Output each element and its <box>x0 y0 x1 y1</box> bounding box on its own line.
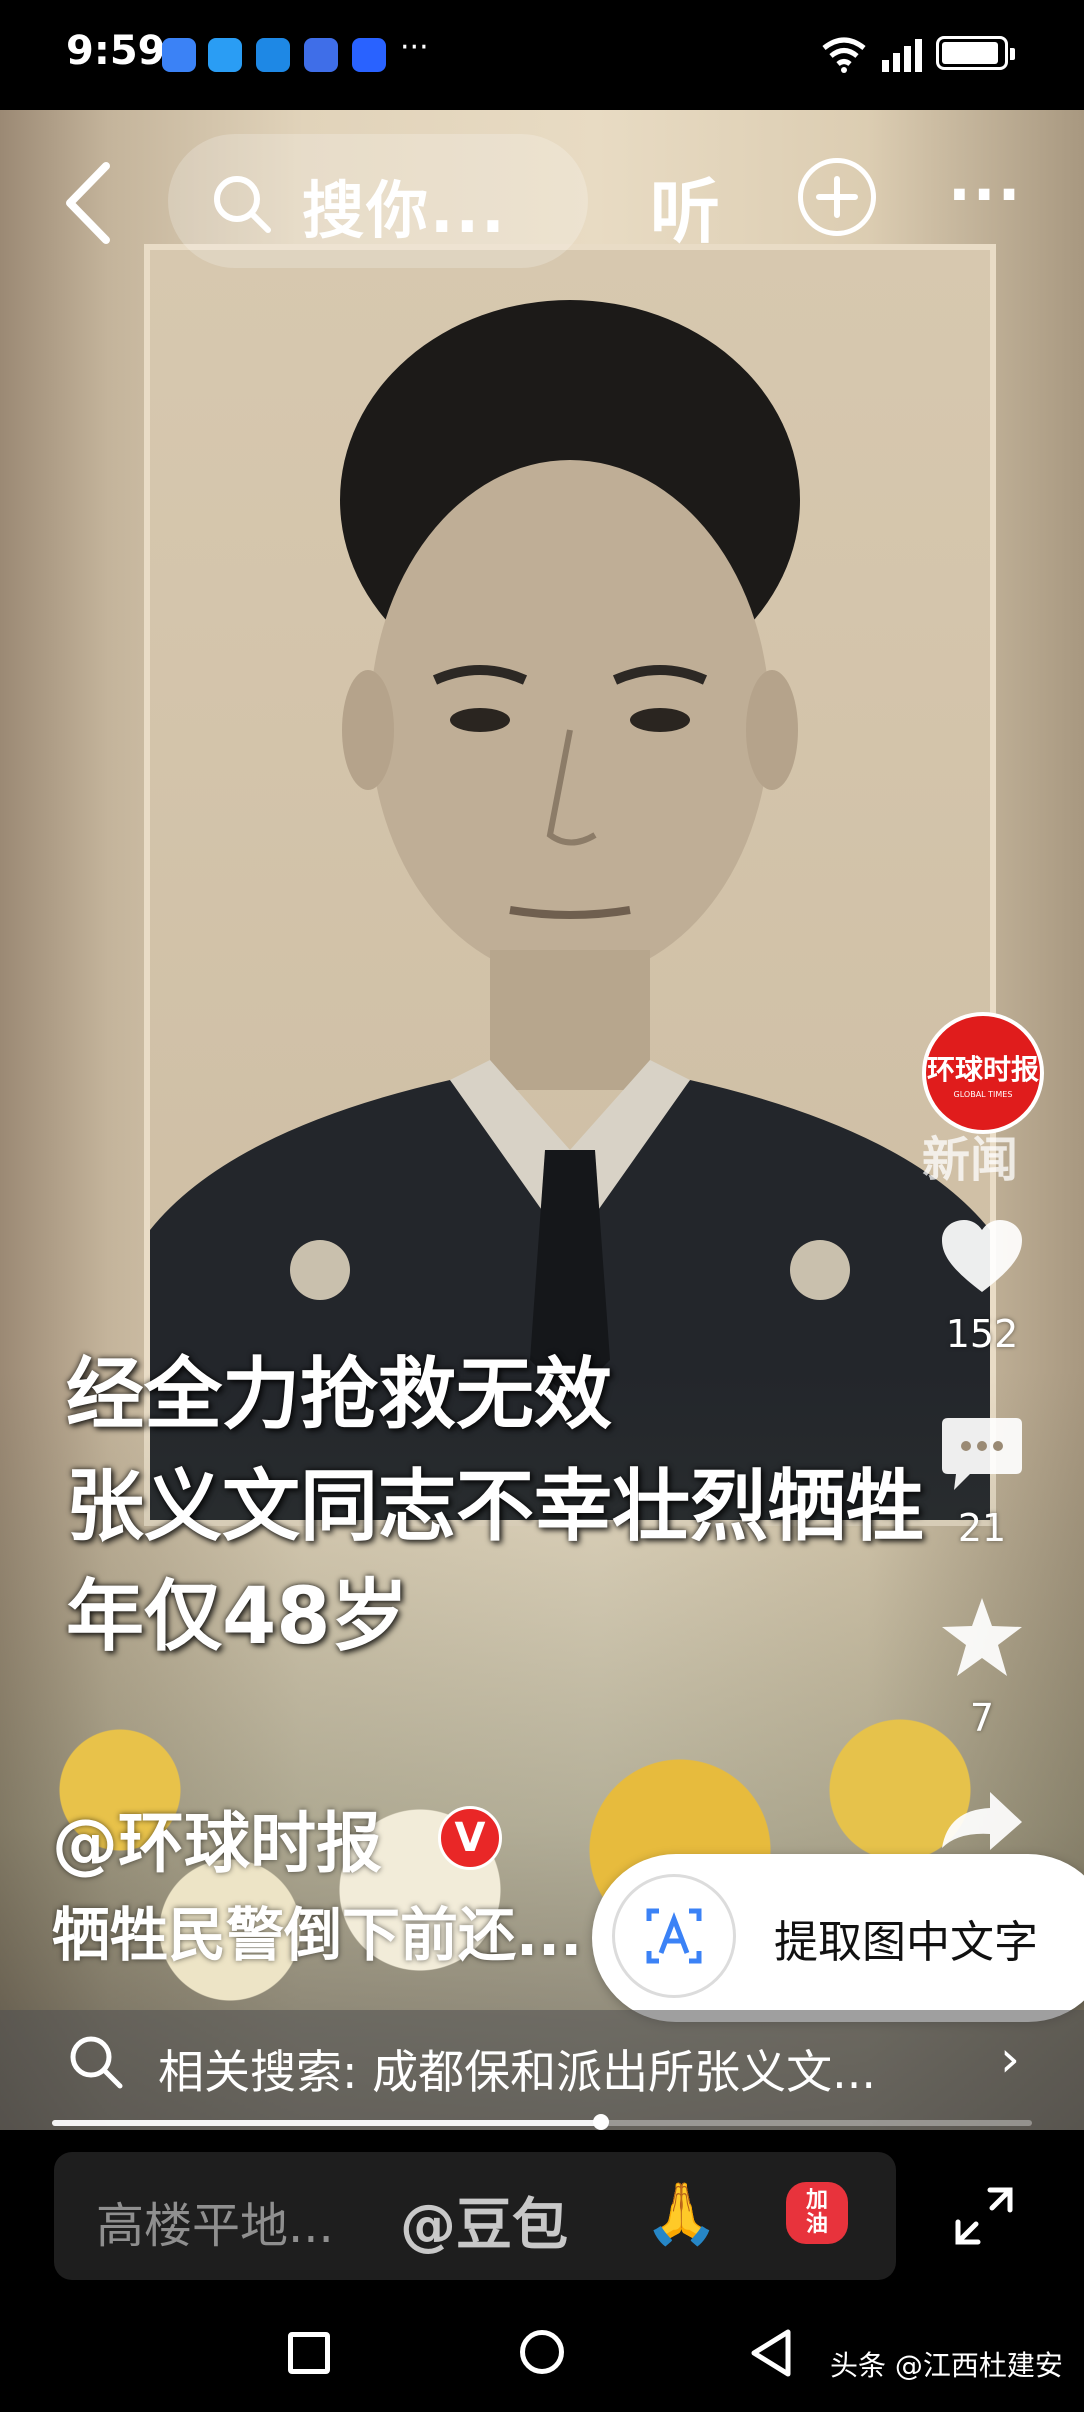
related-search-text[interactable]: 相关搜索: 成都保和派出所张义文... <box>158 2036 876 2102</box>
like-icon[interactable] <box>940 1218 1024 1296</box>
jiayou-bottom: 油 <box>805 2212 828 2237</box>
related-search-icon <box>70 2036 123 2089</box>
notification-browser-icon <box>208 38 242 72</box>
add-icon[interactable] <box>798 158 876 236</box>
status-more-icon: ··· <box>400 30 429 65</box>
back-icon[interactable] <box>58 158 118 248</box>
comment-count: 21 <box>957 1506 1007 1550</box>
more-options-icon[interactable]: ··· <box>948 160 1022 230</box>
status-time: 9:59 <box>66 28 166 74</box>
caption-line-1: 经全力抢救无效 <box>66 1350 613 1440</box>
chevron-right-icon[interactable]: › <box>1000 2030 1020 2088</box>
notification-shield-icon <box>352 38 386 72</box>
fullscreen-icon[interactable] <box>954 2186 1014 2246</box>
related-search-query: 成都保和派出所张义文... <box>372 2045 876 2099</box>
progress-fill <box>52 2120 601 2126</box>
favorite-star-icon[interactable] <box>940 1596 1024 1678</box>
favorite-count: 7 <box>969 1696 995 1740</box>
nav-back-icon[interactable] <box>748 2328 794 2378</box>
share-icon[interactable] <box>940 1790 1024 1850</box>
caption-line-3: 年仅48岁 <box>66 1572 409 1662</box>
wifi-icon <box>822 37 866 73</box>
video-description[interactable]: 牺牲民警倒下前还... <box>52 1888 612 1972</box>
author-avatar[interactable]: 环球时报 GLOBAL TIMES <box>922 1012 1044 1134</box>
source-watermark: 头条 @江西杜建安 <box>830 2349 1063 2382</box>
listen-button[interactable]: 听 <box>650 156 720 257</box>
avatar-subtitle: GLOBAL TIMES <box>953 1089 1013 1099</box>
mention-doubao-button[interactable]: @豆包 <box>400 2180 568 2261</box>
battery-icon <box>936 36 1015 70</box>
pray-emoji-button[interactable]: 🙏 <box>644 2178 719 2249</box>
jiayou-top: 加 <box>805 2188 828 2213</box>
signal-icon <box>882 39 922 72</box>
avatar-logo: 环球时报 <box>926 1052 1039 1086</box>
extract-text-label: 提取图中文字 <box>774 1917 1038 1968</box>
comment-placeholder[interactable]: 高楼平地... <box>96 2186 334 2256</box>
portrait-image <box>150 300 990 1520</box>
memorial-portrait <box>150 250 990 1520</box>
notification-app-icon <box>162 38 196 72</box>
notification-globe-icon <box>304 38 338 72</box>
home-icon[interactable] <box>520 2330 564 2374</box>
comment-icon[interactable] <box>940 1416 1024 1492</box>
jiayou-emoji-button[interactable]: 加 油 <box>786 2182 848 2244</box>
recent-apps-icon[interactable] <box>288 2332 330 2374</box>
video-watermark: 新闻 <box>922 1132 1019 1188</box>
notification-message-icon <box>256 38 290 72</box>
progress-scrubber[interactable] <box>592 2114 609 2130</box>
verified-badge: V <box>438 1806 502 1870</box>
author-handle[interactable]: @环球时报 <box>52 1790 382 1886</box>
text-recognition-icon <box>612 1874 736 1998</box>
search-icon <box>214 176 271 233</box>
like-count: 152 <box>945 1312 1019 1356</box>
search-placeholder[interactable]: 搜你... <box>302 160 507 250</box>
caption-line-2: 张义文同志不幸壮烈牺牲 <box>66 1462 925 1552</box>
related-search-label: 相关搜索: <box>158 2045 358 2099</box>
